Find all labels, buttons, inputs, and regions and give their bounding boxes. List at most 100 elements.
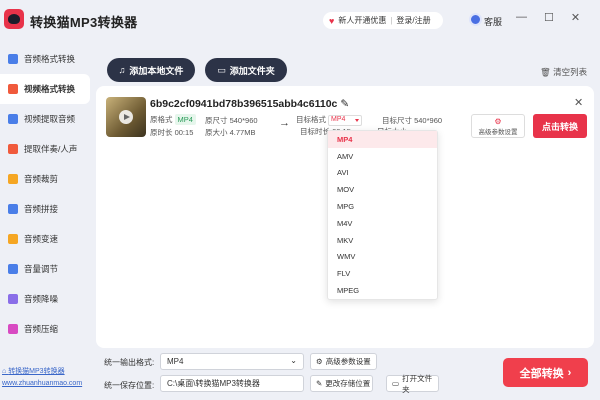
video-thumbnail[interactable] bbox=[106, 97, 146, 137]
sidebar-item-label: 音频变速 bbox=[24, 234, 59, 244]
clear-list-button[interactable]: 🗑 清空列表 bbox=[540, 66, 587, 78]
merge-icon bbox=[8, 204, 18, 214]
target-duration-label: 目标时长 bbox=[300, 127, 330, 136]
orig-format-label: 原格式 bbox=[150, 115, 173, 124]
orig-format-badge: MP4 bbox=[174, 114, 196, 125]
maximize-icon[interactable]: ☐ bbox=[544, 11, 554, 24]
volume-icon bbox=[8, 264, 18, 274]
sidebar-item[interactable]: 音频压缩 bbox=[0, 314, 90, 344]
sidebar-item-label: 音频降噪 bbox=[24, 294, 59, 304]
save-path-field[interactable]: C:\桌面\转换猫MP3转换器 bbox=[160, 375, 304, 392]
avatar[interactable] bbox=[469, 13, 482, 26]
target-size-row: 目标尺寸 540*960 bbox=[382, 115, 442, 126]
edit-icon: ✎ bbox=[316, 379, 323, 388]
format-option[interactable]: WMV bbox=[328, 249, 437, 266]
sidebar-item-label: 音频格式转换 bbox=[24, 54, 76, 64]
promo-login-pill[interactable]: ♥ 新人开通优惠 | 登录/注册 bbox=[323, 12, 443, 29]
format-option[interactable]: AVI bbox=[328, 165, 437, 182]
orig-size-label: 原尺寸 bbox=[205, 116, 228, 125]
service-link[interactable]: 客服 bbox=[484, 15, 502, 28]
target-format-label: 目标格式 bbox=[296, 115, 326, 124]
sidebar-item[interactable]: 音量调节 bbox=[0, 254, 90, 284]
window-controls: — ☐ ✕ bbox=[516, 11, 580, 24]
sidebar-item-label: 音量调节 bbox=[24, 264, 59, 274]
save-path-label: 统一保存位置: bbox=[104, 381, 155, 390]
sidebar-item-label: 视频提取音频 bbox=[24, 114, 76, 124]
login-link[interactable]: 登录/注册 bbox=[396, 15, 430, 26]
sidebar-item-label: 音频裁剪 bbox=[24, 174, 59, 184]
format-option[interactable]: MPG bbox=[328, 198, 437, 215]
folder-icon: ▭ bbox=[392, 379, 400, 388]
sidebar-item-label: 提取伴奏/人声 bbox=[24, 144, 78, 154]
sidebar-item[interactable]: 音频拼接 bbox=[0, 194, 90, 224]
output-format-label: 统一输出格式: bbox=[104, 358, 155, 367]
target-format-select[interactable]: MP4 bbox=[328, 114, 362, 126]
change-path-button[interactable]: ✎ 更改存储位置 bbox=[310, 375, 373, 392]
promo-label[interactable]: 新人开通优惠 bbox=[338, 15, 386, 26]
arrow-right-icon: → bbox=[279, 117, 290, 129]
chevron-down-icon bbox=[355, 118, 359, 122]
orig-duration-label: 原时长 bbox=[150, 128, 173, 137]
advanced-settings-label: 高级参数设置 bbox=[478, 128, 518, 136]
sidebar-item[interactable]: 音频降噪 bbox=[0, 284, 90, 314]
orig-size-value: 540*960 bbox=[229, 116, 258, 125]
audio-convert-icon bbox=[8, 54, 18, 64]
format-option[interactable]: MPEG bbox=[328, 282, 437, 299]
format-option[interactable]: MP4 bbox=[328, 131, 437, 148]
output-format-select[interactable]: MP4 ⌄ bbox=[160, 353, 304, 370]
format-option[interactable]: M4V bbox=[328, 215, 437, 232]
orig-filesize-label: 原大小 bbox=[205, 128, 228, 137]
divider: | bbox=[390, 16, 393, 25]
speed-icon bbox=[8, 234, 18, 244]
footer-link-url[interactable]: www.zhuanhuanmao.com bbox=[2, 380, 82, 387]
edit-icon[interactable]: ✎ bbox=[340, 98, 349, 110]
format-option[interactable]: MOV bbox=[328, 181, 437, 198]
add-local-file-label: 添加本地文件 bbox=[129, 65, 184, 76]
denoise-icon bbox=[8, 294, 18, 304]
target-size-label: 目标尺寸 bbox=[382, 116, 412, 125]
format-option[interactable]: FLV bbox=[328, 265, 437, 282]
vocal-icon bbox=[8, 144, 18, 154]
sidebar-item[interactable]: 提取伴奏/人声 bbox=[0, 134, 90, 164]
add-folder-label: 添加文件夹 bbox=[229, 65, 275, 76]
music-file-icon: ♫ bbox=[118, 65, 126, 75]
target-size-value: 540*960 bbox=[414, 116, 443, 125]
clear-list-label: 清空列表 bbox=[553, 67, 588, 77]
orig-filesize-value: 4.77MB bbox=[229, 128, 256, 137]
add-local-file-button[interactable]: ♫ 添加本地文件 bbox=[107, 58, 195, 82]
heart-icon: ♥ bbox=[329, 15, 335, 26]
add-folder-button[interactable]: ▭ 添加文件夹 bbox=[205, 58, 287, 82]
sidebar-item[interactable]: 视频提取音频 bbox=[0, 104, 90, 134]
open-folder-button[interactable]: ▭ 打开文件夹 bbox=[386, 374, 439, 394]
sidebar-item-label: 视频格式转换 bbox=[24, 84, 76, 94]
app-logo-icon bbox=[4, 9, 24, 29]
sidebar-item[interactable]: 音频变速 bbox=[0, 224, 90, 254]
play-icon[interactable] bbox=[119, 110, 133, 124]
sidebar-item[interactable]: 视频格式转换 bbox=[0, 74, 90, 104]
compress-icon bbox=[8, 324, 18, 334]
format-option[interactable]: MKV bbox=[328, 232, 437, 249]
bottom-advanced-button[interactable]: ⚙ 高级参数设置 bbox=[310, 353, 377, 370]
chevron-right-icon: › bbox=[567, 366, 572, 379]
sidebar-item[interactable]: 音频裁剪 bbox=[0, 164, 90, 194]
remove-file-icon[interactable]: ✕ bbox=[574, 96, 583, 109]
format-option[interactable]: AMV bbox=[328, 148, 437, 165]
convert-all-button[interactable]: 全部转换 › bbox=[503, 358, 588, 387]
sidebar-item-label: 音频拼接 bbox=[24, 204, 59, 214]
sidebar-item[interactable]: 音频格式转换 bbox=[0, 44, 90, 74]
target-format-row: 目标格式 MP4 bbox=[296, 114, 362, 126]
convert-button[interactable]: 点击转换 bbox=[533, 114, 587, 138]
change-path-label: 更改存储位置 bbox=[325, 379, 371, 388]
target-format-value: MP4 bbox=[331, 115, 346, 123]
convert-all-label: 全部转换 bbox=[519, 367, 564, 380]
close-icon[interactable]: ✕ bbox=[571, 11, 580, 24]
cut-icon bbox=[8, 174, 18, 184]
output-format-value: MP4 bbox=[167, 357, 184, 366]
bottom-advanced-label: 高级参数设置 bbox=[325, 357, 371, 366]
advanced-settings-button[interactable]: ⚙ 高级参数设置 bbox=[471, 114, 525, 138]
chevron-down-icon: ⌄ bbox=[290, 356, 297, 365]
minimize-icon[interactable]: — bbox=[516, 11, 527, 24]
footer-link-name[interactable]: 转换猫MP3转换器 bbox=[8, 368, 64, 375]
settings-icon: ⚙ bbox=[494, 116, 502, 126]
settings-icon: ⚙ bbox=[316, 357, 323, 366]
